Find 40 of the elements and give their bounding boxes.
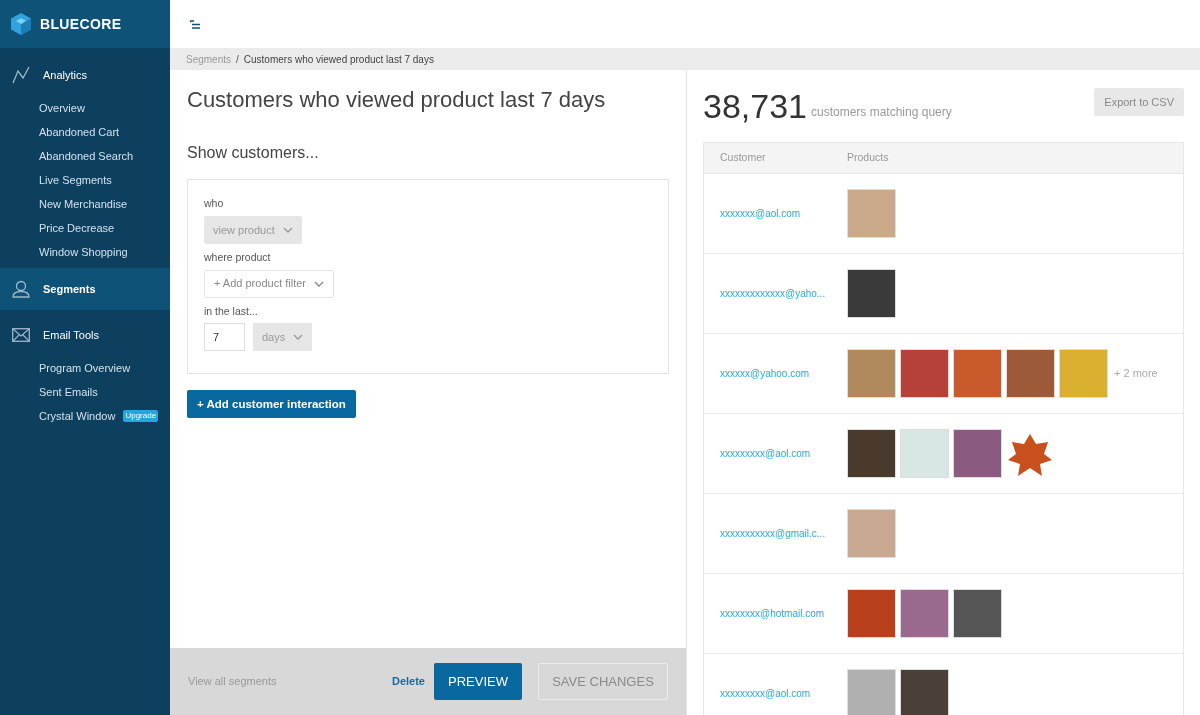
dropdown[interactable]: + Add product filter bbox=[204, 269, 335, 298]
cube-logo-icon bbox=[10, 12, 32, 36]
line-chart-icon bbox=[12, 66, 30, 84]
add-interaction-button[interactable]: + Add customer interaction bbox=[187, 390, 356, 419]
field-label: who bbox=[204, 196, 225, 211]
sidebar-section[interactable]: Segments bbox=[0, 268, 170, 310]
chevron-down-icon bbox=[314, 280, 325, 287]
sidebar-section[interactable]: Analytics bbox=[0, 54, 170, 96]
column-header: Customer bbox=[720, 150, 767, 166]
breadcrumb-item: Customers who viewed product last 7 days bbox=[243, 52, 434, 67]
export-button[interactable]: Export to CSV bbox=[1094, 88, 1184, 116]
segment-title: Customers who viewed product last 7 days bbox=[187, 86, 607, 114]
sidebar-item[interactable]: Program Overview bbox=[39, 359, 131, 377]
chevron-down-icon bbox=[293, 334, 304, 341]
sidebar-item[interactable]: Abandoned Cart bbox=[39, 123, 120, 141]
field-label: where product bbox=[204, 249, 272, 265]
envelope-icon bbox=[12, 328, 30, 342]
sidebar-section[interactable]: Email Tools bbox=[0, 314, 170, 356]
sidebar-item[interactable]: Window Shopping bbox=[39, 243, 128, 261]
column-header: Products bbox=[847, 150, 889, 166]
count-label: customers matching query bbox=[811, 104, 952, 121]
sidebar-item[interactable]: Live Segments bbox=[39, 171, 112, 189]
chevron-down-icon bbox=[282, 226, 293, 233]
menu-icon[interactable] bbox=[190, 19, 200, 29]
breadcrumb-separator: / bbox=[236, 52, 239, 67]
sidebar-item[interactable]: New Merchandise bbox=[39, 195, 128, 213]
sidebar-item[interactable]: Overview bbox=[39, 99, 85, 117]
more-count: + 2 more bbox=[1114, 366, 1158, 382]
sidebar-item[interactable]: Price Decrease bbox=[39, 219, 115, 237]
user-icon bbox=[12, 280, 30, 298]
section-subtitle: Show customers... bbox=[187, 143, 320, 163]
brand-name: BLUECORE bbox=[40, 14, 122, 34]
customer-count: 38,731 bbox=[703, 85, 807, 127]
preview-button[interactable]: PREVIEW bbox=[434, 663, 522, 700]
field-label: in the last... bbox=[204, 303, 259, 319]
upgrade-tag: Upgrade bbox=[123, 410, 159, 422]
sidebar-item[interactable]: Crystal Window bbox=[39, 407, 116, 425]
sidebar-item[interactable]: Abandoned Search bbox=[39, 147, 134, 165]
delete-link[interactable]: Delete bbox=[391, 673, 425, 690]
sidebar-item[interactable]: Sent Emails bbox=[39, 383, 98, 401]
